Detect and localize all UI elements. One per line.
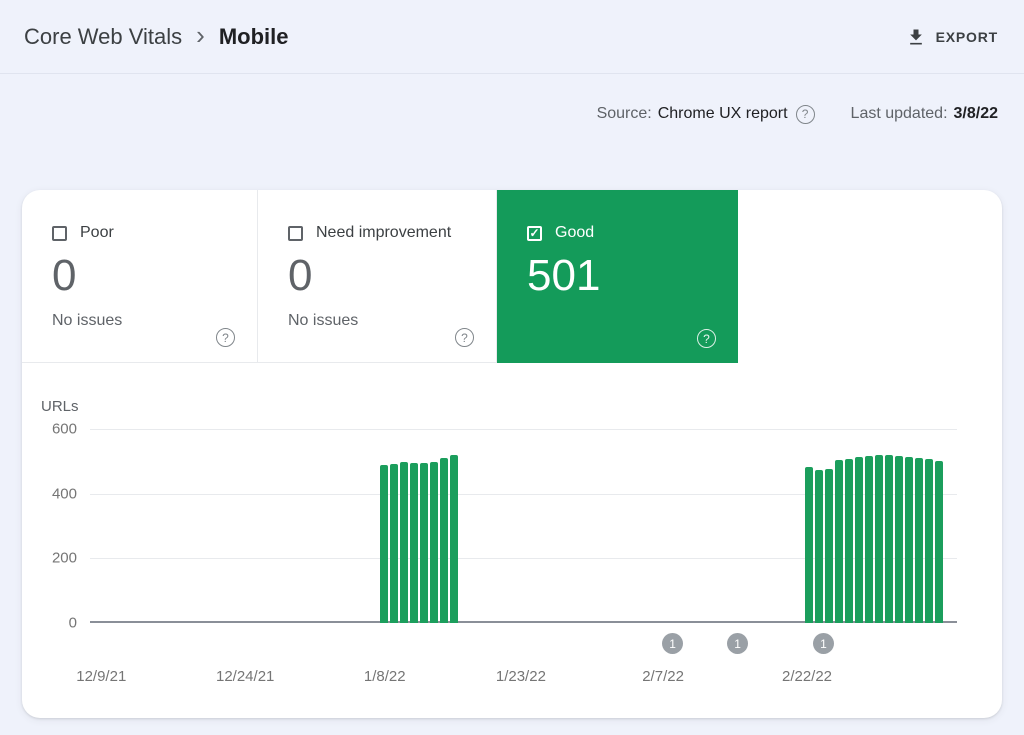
- report-meta: Source: Chrome UX report ? Last updated:…: [0, 102, 1024, 126]
- need-improvement-count: 0: [288, 252, 472, 300]
- checkbox-unchecked-icon[interactable]: [52, 226, 67, 241]
- plot-area: 0200400600: [90, 429, 957, 623]
- chart-bar[interactable]: [450, 455, 458, 623]
- chart-section: URLs 0200400600 11112/9/2112/24/211/8/22…: [22, 363, 1002, 718]
- chart-bar[interactable]: [855, 457, 863, 623]
- chart-bar[interactable]: [380, 465, 388, 623]
- chart-bar[interactable]: [925, 459, 933, 623]
- chart-bar[interactable]: [885, 455, 893, 623]
- breadcrumb-mobile: Mobile: [219, 24, 289, 50]
- y-tick-label: 0: [69, 615, 77, 632]
- y-tick-label: 400: [52, 485, 77, 502]
- breadcrumb: Core Web Vitals › Mobile: [24, 22, 289, 51]
- chart-bar[interactable]: [410, 463, 418, 623]
- report-card: Poor 0 No issues ? Need improvement 0 No…: [22, 190, 1002, 718]
- poor-filter-cell[interactable]: Poor 0 No issues ?: [22, 190, 258, 363]
- filter-row-filler: [738, 190, 1002, 363]
- chart-bar[interactable]: [815, 470, 823, 623]
- annotation-badge[interactable]: 1: [662, 633, 683, 654]
- checkbox-unchecked-icon[interactable]: [288, 226, 303, 241]
- chart-bar[interactable]: [905, 457, 913, 623]
- x-tick-label: 2/7/22: [642, 668, 684, 685]
- chart-bar[interactable]: [845, 459, 853, 623]
- x-tick-label: 1/23/22: [496, 668, 546, 685]
- need-improvement-status-text: No issues: [288, 312, 472, 330]
- chart-bar[interactable]: [430, 462, 438, 623]
- chart-bar[interactable]: [440, 458, 448, 623]
- chart-bar[interactable]: [420, 463, 428, 623]
- checkbox-checked-icon[interactable]: ✓: [527, 226, 542, 241]
- status-filter-row: Poor 0 No issues ? Need improvement 0 No…: [22, 190, 1002, 363]
- need-improvement-help-icon[interactable]: ?: [455, 328, 474, 347]
- source-label: Source:: [597, 105, 652, 123]
- source-help-icon[interactable]: ?: [796, 105, 815, 124]
- export-label: EXPORT: [936, 29, 998, 45]
- chart-bar[interactable]: [895, 456, 903, 623]
- chart-bar[interactable]: [400, 462, 408, 623]
- page-header: Core Web Vitals › Mobile EXPORT: [0, 0, 1024, 74]
- download-icon: [906, 27, 926, 47]
- chevron-right-icon: ›: [196, 22, 205, 51]
- source-value: Chrome UX report: [658, 105, 788, 123]
- poor-status-text: No issues: [52, 312, 233, 330]
- need-improvement-cell-header: Need improvement: [288, 224, 472, 242]
- chart-bar[interactable]: [825, 469, 833, 623]
- good-count: 501: [527, 252, 714, 300]
- y-tick-label: 600: [52, 421, 77, 438]
- chart-bar[interactable]: [865, 456, 873, 623]
- chart-bar[interactable]: [805, 467, 813, 623]
- chart-bar[interactable]: [935, 461, 943, 623]
- export-button[interactable]: EXPORT: [906, 27, 998, 47]
- y-axis-title: URLs: [41, 398, 79, 415]
- need-improvement-label: Need improvement: [316, 224, 451, 242]
- chart-bar[interactable]: [875, 455, 883, 623]
- last-updated-value: 3/8/22: [954, 105, 998, 123]
- x-tick-label: 1/8/22: [364, 668, 406, 685]
- y-tick-label: 200: [52, 550, 77, 567]
- good-help-icon[interactable]: ?: [697, 329, 716, 348]
- chart-bar[interactable]: [835, 460, 843, 623]
- need-improvement-filter-cell[interactable]: Need improvement 0 No issues ?: [258, 190, 497, 363]
- good-label: Good: [555, 224, 594, 242]
- breadcrumb-core-web-vitals[interactable]: Core Web Vitals: [24, 24, 182, 50]
- good-cell-header: ✓ Good: [527, 224, 714, 242]
- chart-bar[interactable]: [915, 458, 923, 623]
- x-tick-label: 2/22/22: [782, 668, 832, 685]
- good-filter-cell[interactable]: ✓ Good 501 ?: [497, 190, 738, 363]
- chart-bar[interactable]: [390, 464, 398, 623]
- poor-cell-header: Poor: [52, 224, 233, 242]
- y-gridline: [90, 429, 957, 430]
- annotation-badge[interactable]: 1: [727, 633, 748, 654]
- poor-help-icon[interactable]: ?: [216, 328, 235, 347]
- poor-count: 0: [52, 252, 233, 300]
- annotation-badge[interactable]: 1: [813, 633, 834, 654]
- poor-label: Poor: [80, 224, 114, 242]
- x-tick-label: 12/24/21: [216, 668, 274, 685]
- last-updated-label: Last updated:: [851, 105, 948, 123]
- x-tick-label: 12/9/21: [76, 668, 126, 685]
